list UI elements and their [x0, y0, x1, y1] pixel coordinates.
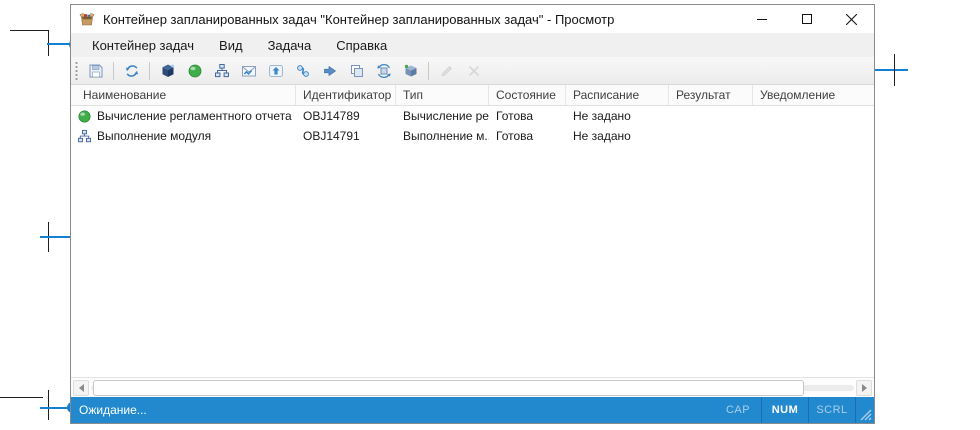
- maximize-button[interactable]: [784, 5, 829, 33]
- column-header-identifier[interactable]: Идентификатор: [296, 85, 396, 105]
- report-button[interactable]: [235, 59, 262, 83]
- task-name: Вычисление регламентного отчета: [97, 109, 292, 123]
- save-button[interactable]: [82, 59, 109, 83]
- scrollbar-thumb[interactable]: [93, 379, 804, 396]
- save-icon: [89, 64, 102, 77]
- list-empty-area[interactable]: [71, 146, 874, 377]
- task-name: Выполнение модуля: [97, 129, 212, 143]
- delete-button[interactable]: [460, 59, 487, 83]
- column-header-type[interactable]: Тип: [396, 85, 489, 105]
- close-button[interactable]: [829, 5, 874, 33]
- container-icon: [162, 64, 174, 77]
- menu-task[interactable]: Задача: [257, 35, 323, 56]
- task-schedule: Не задано: [573, 109, 631, 123]
- toolbar-separator: [428, 61, 429, 80]
- scroll-left-button[interactable]: [73, 379, 89, 396]
- scroll-right-button[interactable]: [856, 379, 872, 396]
- scrollbar-track[interactable]: [91, 379, 854, 396]
- callout-menubar-leader: [47, 43, 70, 45]
- callout-menubar-line-h: [10, 30, 48, 31]
- run-icon: [323, 65, 336, 76]
- module-icon: [214, 63, 229, 77]
- module-button[interactable]: [208, 59, 235, 83]
- close-icon: [846, 13, 857, 25]
- minimize-icon: [756, 19, 767, 20]
- title-bar[interactable]: Контейнер запланированных задач "Контейн…: [71, 5, 874, 33]
- task-type: Выполнение м...: [403, 129, 489, 143]
- status-bar: Ожидание... CAP NUM SCRL: [71, 397, 874, 423]
- task-state: Готова: [496, 129, 534, 143]
- package-icon: [404, 64, 416, 76]
- export-icon: [268, 64, 283, 77]
- copy-window-icon: [350, 64, 363, 77]
- sync-icon: [376, 63, 391, 78]
- scroll-lock-indicator: SCRL: [816, 404, 848, 416]
- maximize-icon: [801, 14, 812, 24]
- column-header-notification[interactable]: Уведомление: [753, 85, 874, 105]
- task-identifier: OBJ14789: [303, 109, 360, 123]
- links-icon: [296, 64, 309, 77]
- num-lock-indicator: NUM: [771, 404, 799, 416]
- links-button[interactable]: [289, 59, 316, 83]
- task-identifier: OBJ14791: [303, 129, 360, 143]
- container-button[interactable]: [154, 59, 181, 83]
- column-header-name[interactable]: Наименование: [71, 85, 296, 105]
- callout-statusbar-leader: [40, 407, 68, 409]
- run-button[interactable]: [316, 59, 343, 83]
- caps-lock-indicator: CAP: [725, 404, 751, 416]
- toolbar: [71, 57, 874, 85]
- toolbar-separator: [113, 61, 114, 80]
- refresh-button[interactable]: [118, 59, 145, 83]
- copy-window-button[interactable]: [343, 59, 370, 83]
- minimize-button[interactable]: [739, 5, 784, 33]
- table-row[interactable]: Вычисление регламентного отчета OBJ14789…: [71, 106, 874, 126]
- menu-bar: Контейнер задач Вид Задача Справка: [71, 33, 874, 57]
- status-text: Ожидание...: [79, 403, 147, 417]
- table-header: Наименование Идентификатор Тип Состояние…: [71, 85, 874, 106]
- column-header-state[interactable]: Состояние: [489, 85, 566, 105]
- task-schedule: Не задано: [573, 129, 631, 143]
- open-box-icon: [79, 13, 95, 26]
- column-header-schedule[interactable]: Расписание: [566, 85, 669, 105]
- scroll-left-icon: [78, 383, 84, 392]
- resize-grip-icon: [860, 409, 872, 421]
- scroll-right-icon: [861, 383, 867, 392]
- edit-button[interactable]: [433, 59, 460, 83]
- export-button[interactable]: [262, 59, 289, 83]
- window-title: Контейнер запланированных задач "Контейн…: [103, 11, 615, 27]
- column-header-result[interactable]: Результат: [669, 85, 753, 105]
- toolbar-separator: [149, 61, 150, 80]
- callout-toolbar-line-v: [894, 54, 895, 86]
- table-row[interactable]: Выполнение модуля OBJ14791 Выполнение м.…: [71, 126, 874, 146]
- module-icon: [77, 129, 92, 142]
- package-button[interactable]: [397, 59, 424, 83]
- delete-icon: [468, 65, 479, 76]
- start-button[interactable]: [181, 59, 208, 83]
- toolbar-grip[interactable]: [74, 61, 79, 80]
- task-type: Вычисление ре...: [403, 109, 489, 123]
- green-sphere-icon: [78, 110, 91, 122]
- resize-grip[interactable]: [856, 397, 874, 423]
- edit-icon: [440, 65, 452, 77]
- start-sphere-icon: [188, 64, 201, 77]
- callout-workspace-leader: [40, 236, 70, 238]
- callout-toolbar-leader: [871, 69, 908, 71]
- task-state: Готова: [496, 109, 534, 123]
- menu-task-container[interactable]: Контейнер задач: [81, 35, 205, 56]
- callout-statusbar-line-h: [0, 397, 43, 398]
- menu-view[interactable]: Вид: [208, 35, 254, 56]
- app-window: Контейнер запланированных задач "Контейн…: [70, 4, 875, 424]
- sync-button[interactable]: [370, 59, 397, 83]
- report-mail-icon: [241, 65, 256, 76]
- menu-help[interactable]: Справка: [325, 35, 398, 56]
- horizontal-scrollbar: [71, 377, 874, 397]
- callout-statusbar-line-v: [48, 390, 49, 420]
- refresh-icon: [125, 64, 138, 77]
